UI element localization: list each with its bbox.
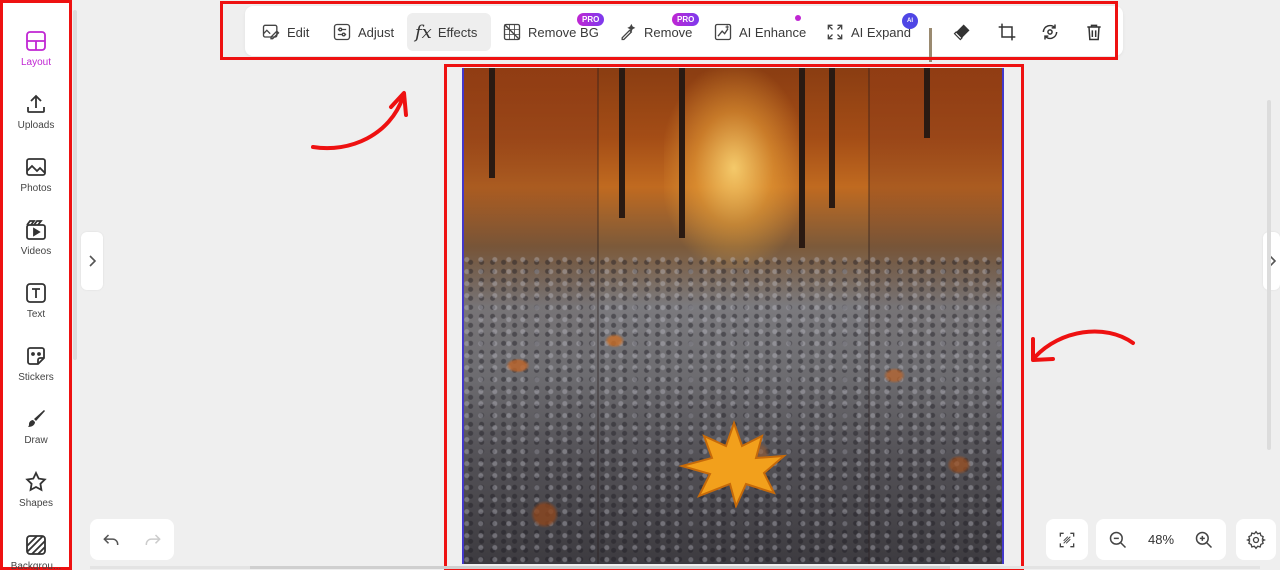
sidebar-item-label: Stickers bbox=[18, 372, 54, 383]
sidebar-item-label: Videos bbox=[20, 246, 52, 257]
sidebar-item-label: Uploads bbox=[17, 120, 55, 131]
canvas-highlight-box bbox=[444, 64, 1024, 570]
fit-to-screen-button[interactable] bbox=[1046, 519, 1088, 560]
annotation-arrow bbox=[311, 91, 408, 151]
expand-left-panel-button[interactable] bbox=[81, 232, 103, 290]
history-controls bbox=[90, 519, 174, 560]
sidebar-item-videos[interactable]: Videos bbox=[3, 212, 69, 268]
gear-icon bbox=[1246, 530, 1266, 549]
sidebar-item-label: Shapes bbox=[19, 498, 53, 509]
zoom-level: 48% bbox=[1147, 532, 1175, 547]
right-scrollbar[interactable] bbox=[1267, 100, 1271, 450]
annotation-arrow bbox=[1031, 329, 1135, 362]
sidebar-item-background[interactable]: Backgrou... bbox=[3, 527, 69, 570]
sidebar-item-label: Text bbox=[26, 309, 46, 320]
redo-button[interactable] bbox=[132, 519, 174, 560]
brush-icon bbox=[28, 410, 45, 427]
zoom-in-button[interactable] bbox=[1186, 519, 1222, 560]
sidebar-item-label: Photos bbox=[20, 183, 52, 194]
sidebar-item-layout[interactable]: Layout bbox=[3, 23, 69, 79]
upload-icon bbox=[27, 94, 45, 113]
sidebar-item-draw[interactable]: Draw bbox=[3, 401, 69, 457]
sticker-icon bbox=[27, 347, 45, 365]
sidebar-item-uploads[interactable]: Uploads bbox=[3, 86, 69, 142]
undo-button[interactable] bbox=[90, 519, 132, 560]
left-sidebar: Layout Uploads Photos Videos Text Sticke… bbox=[0, 0, 72, 570]
horizontal-scrollbar[interactable] bbox=[90, 566, 1260, 569]
settings-button[interactable] bbox=[1236, 519, 1276, 560]
sidebar-item-shapes[interactable]: Shapes bbox=[3, 464, 69, 520]
sidebar-item-photos[interactable]: Photos bbox=[3, 149, 69, 205]
text-icon bbox=[26, 283, 46, 303]
sidebar-item-label: Layout bbox=[20, 57, 52, 68]
chevron-right-icon bbox=[89, 255, 97, 267]
scrollbar-thumb[interactable] bbox=[250, 566, 950, 569]
layout-icon bbox=[26, 31, 46, 51]
toolbar-highlight-box bbox=[220, 1, 1118, 60]
sidebar-item-stickers[interactable]: Stickers bbox=[3, 338, 69, 394]
photo-icon bbox=[26, 158, 46, 176]
zoom-out-icon bbox=[1109, 531, 1127, 548]
undo-icon bbox=[103, 533, 119, 545]
background-icon bbox=[26, 535, 46, 555]
star-icon bbox=[25, 470, 47, 492]
zoom-out-button[interactable] bbox=[1100, 519, 1136, 560]
sidebar-item-text[interactable]: Text bbox=[3, 275, 69, 331]
sidebar-item-label: Backgrou... bbox=[10, 561, 62, 570]
zoom-in-icon bbox=[1195, 531, 1213, 548]
redo-icon bbox=[145, 533, 161, 545]
zoom-controls: 48% bbox=[1096, 519, 1226, 560]
expand-right-panel-button[interactable] bbox=[1263, 232, 1280, 290]
video-icon bbox=[26, 220, 46, 240]
sidebar-item-label: Draw bbox=[24, 435, 48, 446]
fit-screen-icon bbox=[1059, 532, 1075, 547]
sidebar-scrollbar[interactable] bbox=[73, 10, 77, 360]
